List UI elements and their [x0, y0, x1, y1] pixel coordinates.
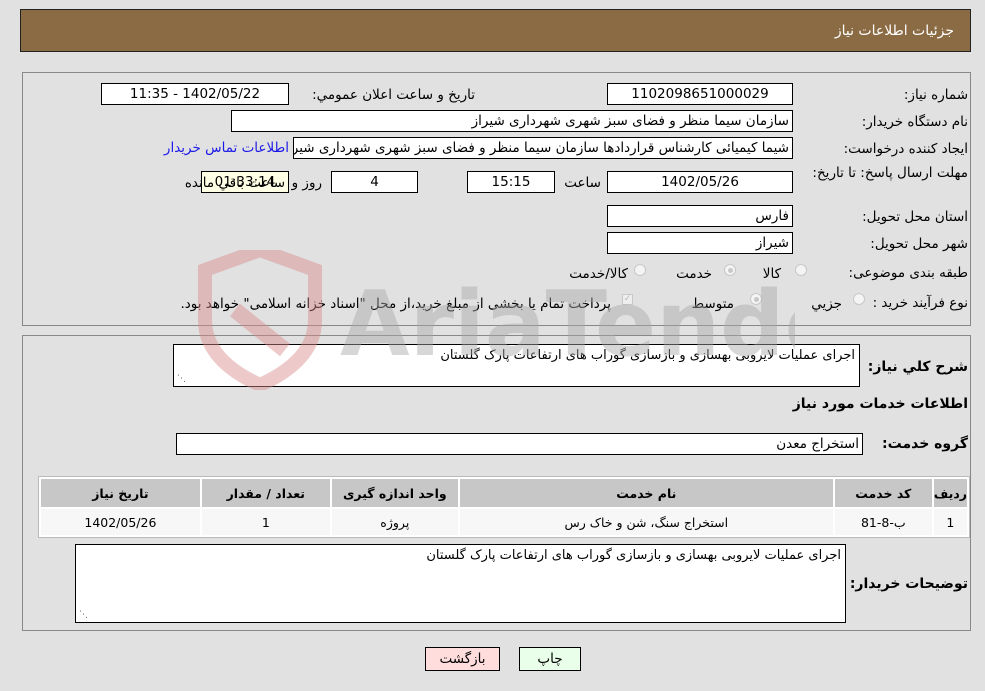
process-option-medium: متوسط [691, 296, 734, 312]
page-header: جزئیات اطلاعات نیاز [20, 9, 971, 52]
category-radio-goods[interactable] [795, 264, 807, 276]
category-option-goods-service: کالا/خدمت [569, 266, 628, 282]
table-row: 1 ب-8-81 استخراج سنگ، شن و خاک رس پروژه … [41, 509, 967, 535]
buyer-org-field[interactable]: سازمان سیما منظر و فضای سبز شهری شهرداری… [231, 110, 793, 132]
cell-need-date: 1402/05/26 [41, 509, 200, 535]
process-label: نوع فرآیند خرید : [872, 295, 968, 311]
category-radio-service[interactable] [724, 264, 736, 276]
buyer-notes-label: توضیحات خریدار: [849, 576, 968, 592]
treasury-checkbox[interactable]: ✓ [622, 294, 633, 305]
resize-grip-icon[interactable]: ⋰ [177, 374, 186, 384]
cell-service-code: ب-8-81 [834, 509, 932, 535]
need-number-field[interactable]: 1102098651000029 [607, 83, 793, 105]
buyer-org-label: نام دستگاه خریدار: [861, 114, 968, 130]
col-service-name: نام خدمت [459, 479, 833, 507]
service-group-label: گروه خدمت: [882, 436, 968, 452]
summary-text: اجرای عملیات لایروبی بهسازی و بازسازی گو… [440, 348, 855, 363]
col-row-number: ردیف [933, 479, 967, 507]
back-button[interactable]: بازگشت [425, 647, 500, 671]
col-quantity: تعداد / مقدار [201, 479, 330, 507]
services-heading: اطلاعات خدمات مورد نیاز [792, 396, 968, 412]
services-table-wrap: ردیف کد خدمت نام خدمت واحد اندازه گیری ت… [38, 476, 970, 538]
cell-unit: پروژه [331, 509, 458, 535]
category-option-goods: کالا [762, 266, 781, 282]
need-number-label: شماره نیاز: [903, 87, 968, 103]
announce-datetime-field[interactable]: 1402/05/22 - 11:35 [101, 83, 289, 105]
buyer-notes-textarea[interactable]: اجرای عملیات لایروبی بهسازی و بازسازی گو… [75, 544, 846, 623]
treasury-note: پرداخت تمام یا بخشی از مبلغ خرید،از محل … [180, 296, 611, 312]
table-header-row: ردیف کد خدمت نام خدمت واحد اندازه گیری ت… [41, 479, 967, 507]
deadline-time-label: ساعت [564, 175, 601, 191]
category-label: طبقه بندی موضوعی: [848, 265, 968, 281]
category-option-service: خدمت [676, 266, 712, 282]
deadline-time-field[interactable]: 15:15 [467, 171, 555, 193]
resize-grip-icon[interactable]: ⋰ [79, 610, 88, 620]
deadline-label: مهلت ارسال پاسخ: تا تاریخ: [812, 165, 968, 181]
days-label: روز و [291, 175, 322, 191]
col-need-date: تاریخ نیاز [41, 479, 200, 507]
province-label: استان محل تحویل: [862, 209, 968, 225]
print-button[interactable]: چاپ [519, 647, 581, 671]
province-field[interactable]: فارس [607, 205, 793, 227]
city-label: شهر محل تحویل: [870, 236, 968, 252]
process-radio-medium[interactable] [750, 293, 762, 305]
announce-label: تاریخ و ساعت اعلان عمومي: [312, 87, 475, 103]
cell-quantity: 1 [201, 509, 330, 535]
page-title: جزئیات اطلاعات نیاز [834, 23, 954, 39]
process-option-minor: جزيي [811, 296, 842, 312]
deadline-date-field[interactable]: 1402/05/26 [607, 171, 793, 193]
requester-field[interactable]: شیما کیمیائی کارشناس قراردادها سازمان سی… [293, 137, 793, 159]
time-remaining-label: ساعت باقي مانده [184, 175, 285, 191]
buyer-notes-text: اجرای عملیات لایروبی بهسازی و بازسازی گو… [426, 548, 841, 563]
cell-row-number: 1 [933, 509, 967, 535]
process-radio-minor[interactable] [853, 293, 865, 305]
category-radio-goods-service[interactable] [634, 264, 646, 276]
city-field[interactable]: شیراز [607, 232, 793, 254]
col-service-code: کد خدمت [834, 479, 932, 507]
cell-service-name: استخراج سنگ، شن و خاک رس [459, 509, 833, 535]
col-unit: واحد اندازه گیری [331, 479, 458, 507]
days-remaining-field[interactable]: 4 [331, 171, 418, 193]
summary-label: شرح کلي نیاز: [867, 359, 968, 375]
service-group-field[interactable]: استخراج معدن [176, 433, 863, 455]
summary-textarea[interactable]: اجرای عملیات لایروبی بهسازی و بازسازی گو… [173, 344, 860, 387]
requester-label: ایجاد کننده درخواست: [843, 141, 968, 157]
services-table: ردیف کد خدمت نام خدمت واحد اندازه گیری ت… [38, 476, 970, 538]
buyer-contact-link[interactable]: اطلاعات تماس خریدار [164, 140, 289, 156]
